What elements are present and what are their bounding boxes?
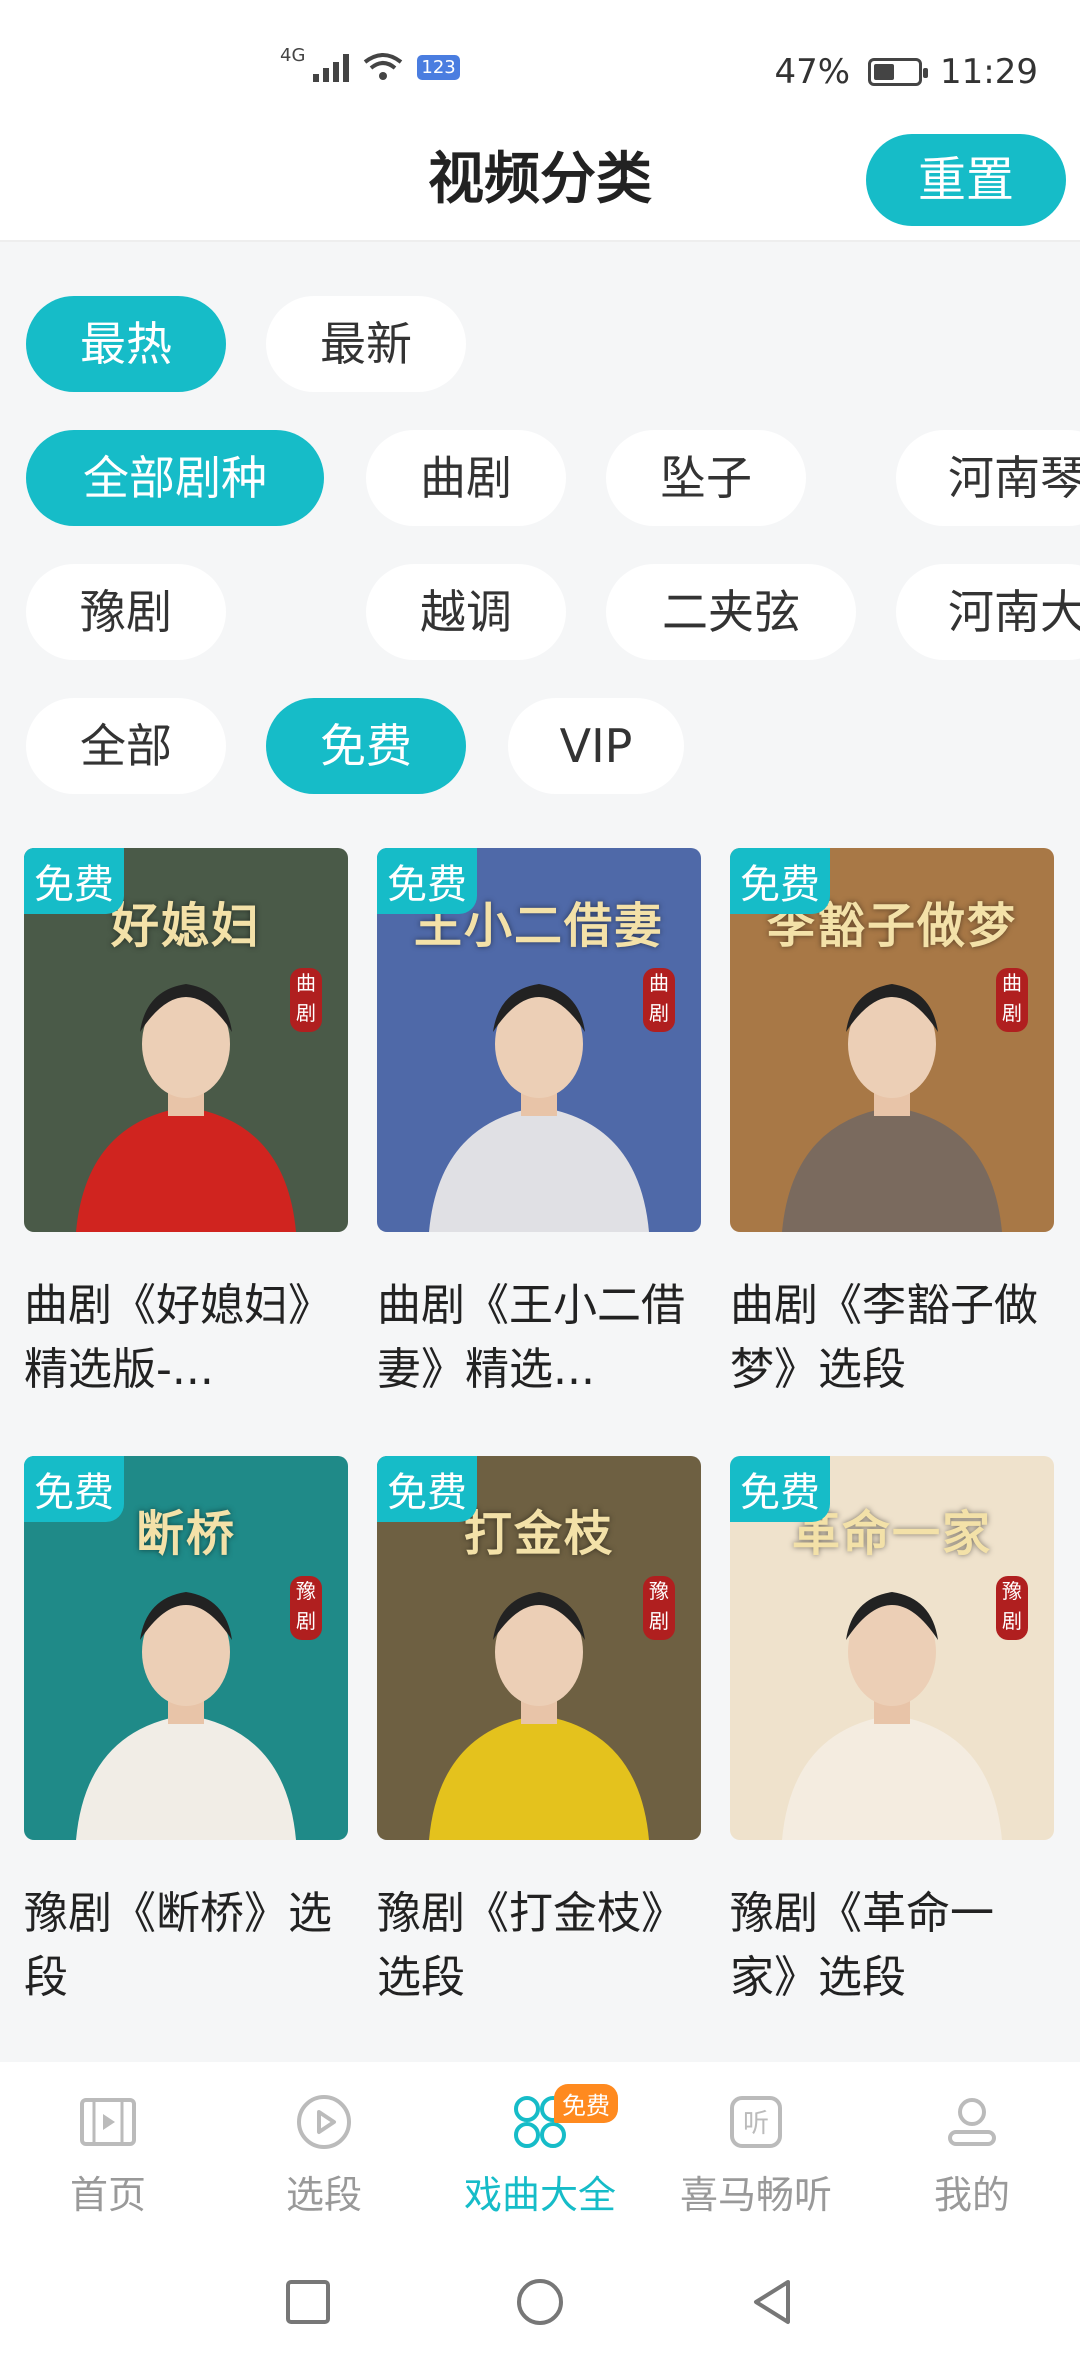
- tab-label: 戏曲大全: [463, 2173, 616, 2217]
- wifi-badge: 123: [417, 54, 460, 80]
- genre-seal: 曲剧: [643, 968, 675, 1032]
- tab-opera-library[interactable]: 免费 戏曲大全: [432, 2062, 648, 2222]
- video-card[interactable]: 断桥 豫剧 免费 豫剧《断桥》选段: [24, 1456, 348, 2010]
- tab-mine[interactable]: 我的: [864, 2062, 1080, 2222]
- video-card[interactable]: 王小二借妻 曲剧 免费 曲剧《王小二借妻》精选...: [377, 848, 701, 1402]
- back-triangle-icon[interactable]: [742, 2272, 802, 2332]
- free-badge: 免费: [24, 848, 124, 914]
- performer-figure: [782, 984, 1002, 1232]
- video-card[interactable]: 好媳妇 曲剧 免费 曲剧《好媳妇》精选版-...: [24, 848, 348, 1402]
- free-badge: 免费: [377, 1456, 477, 1522]
- tab-label: 喜马畅听: [679, 2173, 832, 2217]
- chip-genre-erjiaxian[interactable]: 二夹弦: [606, 564, 856, 660]
- performer-figure: [429, 984, 649, 1232]
- video-thumbnail[interactable]: 王小二借妻 曲剧 免费: [377, 848, 701, 1232]
- tab-clips[interactable]: 选段: [216, 2062, 432, 2222]
- chip-genre-all[interactable]: 全部剧种: [26, 430, 324, 526]
- video-thumbnail[interactable]: 断桥 豫剧 免费: [24, 1456, 348, 1840]
- tab-home[interactable]: 首页: [0, 2062, 216, 2222]
- video-caption[interactable]: 曲剧《王小二借妻》精选...: [377, 1274, 701, 1402]
- performer-figure: [76, 1592, 296, 1840]
- bottom-tab-bar: 首页 选段 免费 戏曲大全 听 喜马畅听 我的: [0, 2062, 1080, 2222]
- performer-figure: [76, 984, 296, 1232]
- listen-icon: 听: [730, 2096, 782, 2148]
- wifi-icon: [364, 53, 403, 80]
- video-thumbnail[interactable]: 革命一家 豫剧 免费: [730, 1456, 1054, 1840]
- reset-button[interactable]: 重置: [866, 134, 1066, 226]
- signal-icon: [313, 52, 350, 82]
- chip-genre-quju[interactable]: 曲剧: [366, 430, 566, 526]
- chip-genre-zhuizi[interactable]: 坠子: [606, 430, 806, 526]
- video-thumbnail[interactable]: 李豁子做梦 曲剧 免费: [730, 848, 1054, 1232]
- chip-sort-hot[interactable]: 最热: [26, 296, 226, 392]
- chip-genre-henan-da[interactable]: 河南大: [896, 564, 1080, 660]
- film-icon: [80, 2098, 136, 2146]
- video-card[interactable]: 打金枝 豫剧 免费 豫剧《打金枝》选段: [377, 1456, 701, 2010]
- battery-icon: [868, 58, 929, 86]
- genre-seal: 曲剧: [290, 968, 322, 1032]
- status-left: 4G 123: [280, 45, 460, 82]
- chip-price-free[interactable]: 免费: [266, 698, 466, 794]
- battery-percent: 47%: [774, 52, 851, 92]
- video-card[interactable]: 革命一家 豫剧 免费 豫剧《革命一家》选段: [730, 1456, 1054, 2010]
- svg-text:听: 听: [743, 2109, 769, 2139]
- status-right: 47% 11:29: [774, 52, 1038, 92]
- chip-price-all[interactable]: 全部: [26, 698, 226, 794]
- video-card[interactable]: 李豁子做梦 曲剧 免费 曲剧《李豁子做梦》选段: [730, 848, 1054, 1402]
- video-caption[interactable]: 豫剧《断桥》选段: [24, 1882, 348, 2010]
- genre-seal: 豫剧: [643, 1576, 675, 1640]
- home-circle-icon[interactable]: [510, 2272, 570, 2332]
- free-badge: 免费: [377, 848, 477, 914]
- chip-genre-henan-qin[interactable]: 河南琴: [896, 430, 1080, 526]
- system-nav-bar: [0, 2222, 1080, 2376]
- chip-genre-yuju[interactable]: 豫剧: [26, 564, 226, 660]
- free-tag: 免费: [554, 2084, 618, 2123]
- chip-sort-new[interactable]: 最新: [266, 296, 466, 392]
- free-badge: 免费: [24, 1456, 124, 1522]
- genre-seal: 曲剧: [996, 968, 1028, 1032]
- play-circle-icon: [297, 2095, 351, 2149]
- video-caption[interactable]: 豫剧《革命一家》选段: [730, 1882, 1054, 2010]
- performer-figure: [429, 1592, 649, 1840]
- recents-square-icon[interactable]: [278, 2272, 338, 2332]
- performer-figure: [782, 1592, 1002, 1840]
- video-caption[interactable]: 曲剧《好媳妇》精选版-...: [24, 1274, 348, 1402]
- genre-filter-row-1: 全部剧种 曲剧 坠子 河南琴: [0, 430, 1080, 526]
- price-filter-row: 全部 免费 VIP: [0, 698, 1080, 794]
- genre-filter-row-2: 豫剧 越调 二夹弦 河南大: [0, 564, 1080, 660]
- free-badge: 免费: [730, 848, 830, 914]
- sort-filter-row: 最热 最新: [0, 296, 1080, 392]
- tab-label: 首页: [69, 2173, 146, 2217]
- video-caption[interactable]: 曲剧《李豁子做梦》选段: [730, 1274, 1054, 1402]
- video-thumbnail[interactable]: 打金枝 豫剧 免费: [377, 1456, 701, 1840]
- tab-label: 选段: [285, 2173, 362, 2217]
- chip-price-vip[interactable]: VIP: [508, 698, 684, 794]
- video-caption[interactable]: 豫剧《打金枝》选段: [377, 1882, 701, 2010]
- genre-seal: 豫剧: [996, 1576, 1028, 1640]
- network-type: 4G: [280, 44, 306, 66]
- clock: 11:29: [940, 52, 1038, 92]
- genre-seal: 豫剧: [290, 1576, 322, 1640]
- video-thumbnail[interactable]: 好媳妇 曲剧 免费: [24, 848, 348, 1232]
- user-icon: [948, 2098, 996, 2146]
- chip-genre-yuediao[interactable]: 越调: [366, 564, 566, 660]
- tab-label: 我的: [933, 2173, 1010, 2217]
- app-header: 视频分类 重置: [0, 130, 1080, 242]
- status-bar: 4G 123 47% 11:29: [0, 0, 1080, 130]
- tab-ximalaya[interactable]: 听 喜马畅听: [648, 2062, 864, 2222]
- free-badge: 免费: [730, 1456, 830, 1522]
